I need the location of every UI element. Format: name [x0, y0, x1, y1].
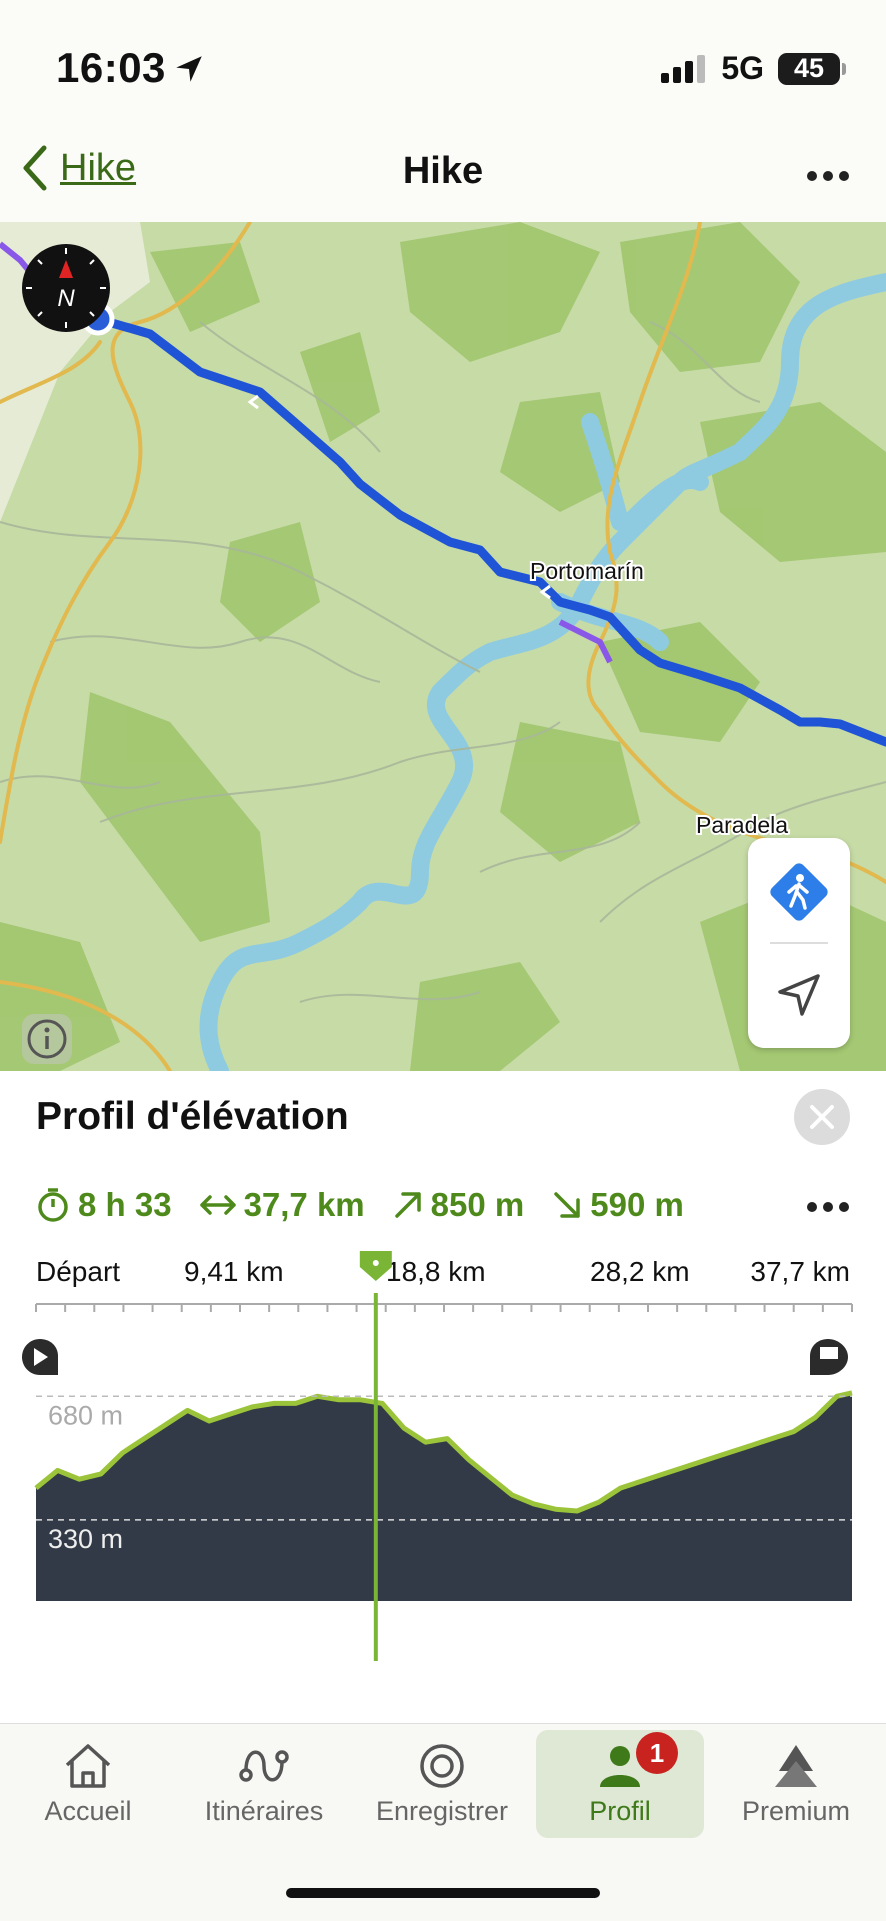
stat-distance-value: 37,7 km — [243, 1186, 365, 1223]
home-icon — [65, 1744, 111, 1788]
x-tick-label: 9,41 km — [184, 1256, 284, 1287]
elevation-panel: Profil d'élévation 8 h 33 37,7 km 850 m … — [0, 1071, 886, 1723]
stat-distance: 37,7 km — [199, 1186, 365, 1224]
elevation-area — [36, 1392, 852, 1601]
battery-icon: 45 — [778, 52, 846, 85]
tab-premium-label: Premium — [741, 1796, 850, 1826]
map-view[interactable]: Portomarín Paradela N — [0, 222, 886, 1071]
ellipsis-icon — [807, 1202, 849, 1212]
y-tick-label: 680 m — [48, 1400, 123, 1430]
notification-badge: 1 — [636, 1732, 678, 1774]
location-arrow-icon — [176, 56, 202, 82]
battery-level: 45 — [793, 53, 825, 83]
x-tick-label: 28,2 km — [590, 1256, 690, 1287]
stat-descent-value: 590 m — [590, 1186, 684, 1223]
network-type: 5G — [721, 50, 764, 86]
tab-enregistrer-label: Enregistrer — [375, 1796, 509, 1826]
stats-more-button[interactable] — [806, 1192, 850, 1230]
compass-north-label: N — [57, 285, 75, 312]
tab-accueil[interactable]: Accueil — [4, 1730, 172, 1838]
compass-button[interactable]: N — [20, 242, 112, 334]
status-time: 16:03 — [56, 44, 166, 91]
record-icon — [420, 1744, 464, 1788]
premium-icon — [775, 1745, 817, 1787]
y-tick-label: 330 m — [48, 1524, 123, 1554]
tab-profil[interactable]: Profil 1 — [536, 1730, 704, 1838]
info-icon — [22, 1014, 72, 1064]
stat-ascent: 850 m — [393, 1186, 525, 1224]
tab-itineraires-label: Itinéraires — [204, 1796, 324, 1826]
map-info-button[interactable] — [20, 1012, 74, 1066]
map-label-portomarin: Portomarín — [530, 558, 644, 584]
ellipsis-icon — [807, 171, 849, 181]
stat-duration-value: 8 h 33 — [78, 1186, 172, 1223]
cursor-handle-dot — [372, 1260, 379, 1266]
page-title: Hike — [402, 150, 484, 192]
x-tick-label: 18,8 km — [386, 1256, 486, 1287]
x-tick-label: 37,7 km — [750, 1256, 850, 1287]
elevation-title: Profil d'élévation — [36, 1095, 349, 1138]
more-options-button[interactable] — [806, 156, 850, 201]
compass-icon: N — [22, 244, 110, 332]
finish-icon-flag — [820, 1347, 838, 1359]
tab-itineraires[interactable]: Itinéraires — [180, 1730, 348, 1838]
home-indicator — [286, 1888, 600, 1898]
arrow-down-right-icon — [554, 1192, 580, 1218]
navigation-arrow-icon — [778, 974, 820, 1016]
stat-descent: 590 m — [552, 1186, 684, 1224]
tab-profil-label: Profil — [589, 1796, 651, 1826]
stat-duration: 8 h 33 — [36, 1186, 172, 1224]
elevation-chart[interactable]: Départ 9,41 km 18,8 km 28,2 km 37,7 km 680 m 3… — [0, 1251, 886, 1691]
status-bar: 16:03 5G 45 — [0, 0, 886, 130]
close-icon — [810, 1105, 834, 1129]
locate-me-button[interactable] — [770, 966, 828, 1024]
map-label-paradela: Paradela — [696, 812, 788, 838]
tab-premium[interactable]: Premium — [712, 1730, 880, 1838]
stats-row: 8 h 33 37,7 km 850 m 590 m — [36, 1186, 850, 1224]
route-icon — [239, 1750, 289, 1782]
hiker-icon — [770, 863, 828, 921]
nav-bar: Hike Hike — [0, 130, 886, 223]
horizontal-arrows-icon — [199, 1195, 236, 1215]
tab-enregistrer[interactable]: Enregistrer — [358, 1730, 526, 1838]
close-button[interactable] — [794, 1089, 850, 1145]
x-tick-label: Départ — [36, 1256, 120, 1287]
map-controls — [748, 838, 850, 1048]
stopwatch-icon — [38, 1188, 68, 1222]
activity-type-button[interactable] — [763, 856, 835, 928]
signal-icon — [661, 54, 706, 83]
stat-ascent-value: 850 m — [430, 1186, 525, 1223]
tab-accueil-label: Accueil — [44, 1796, 132, 1826]
arrow-up-right-icon — [394, 1192, 421, 1218]
